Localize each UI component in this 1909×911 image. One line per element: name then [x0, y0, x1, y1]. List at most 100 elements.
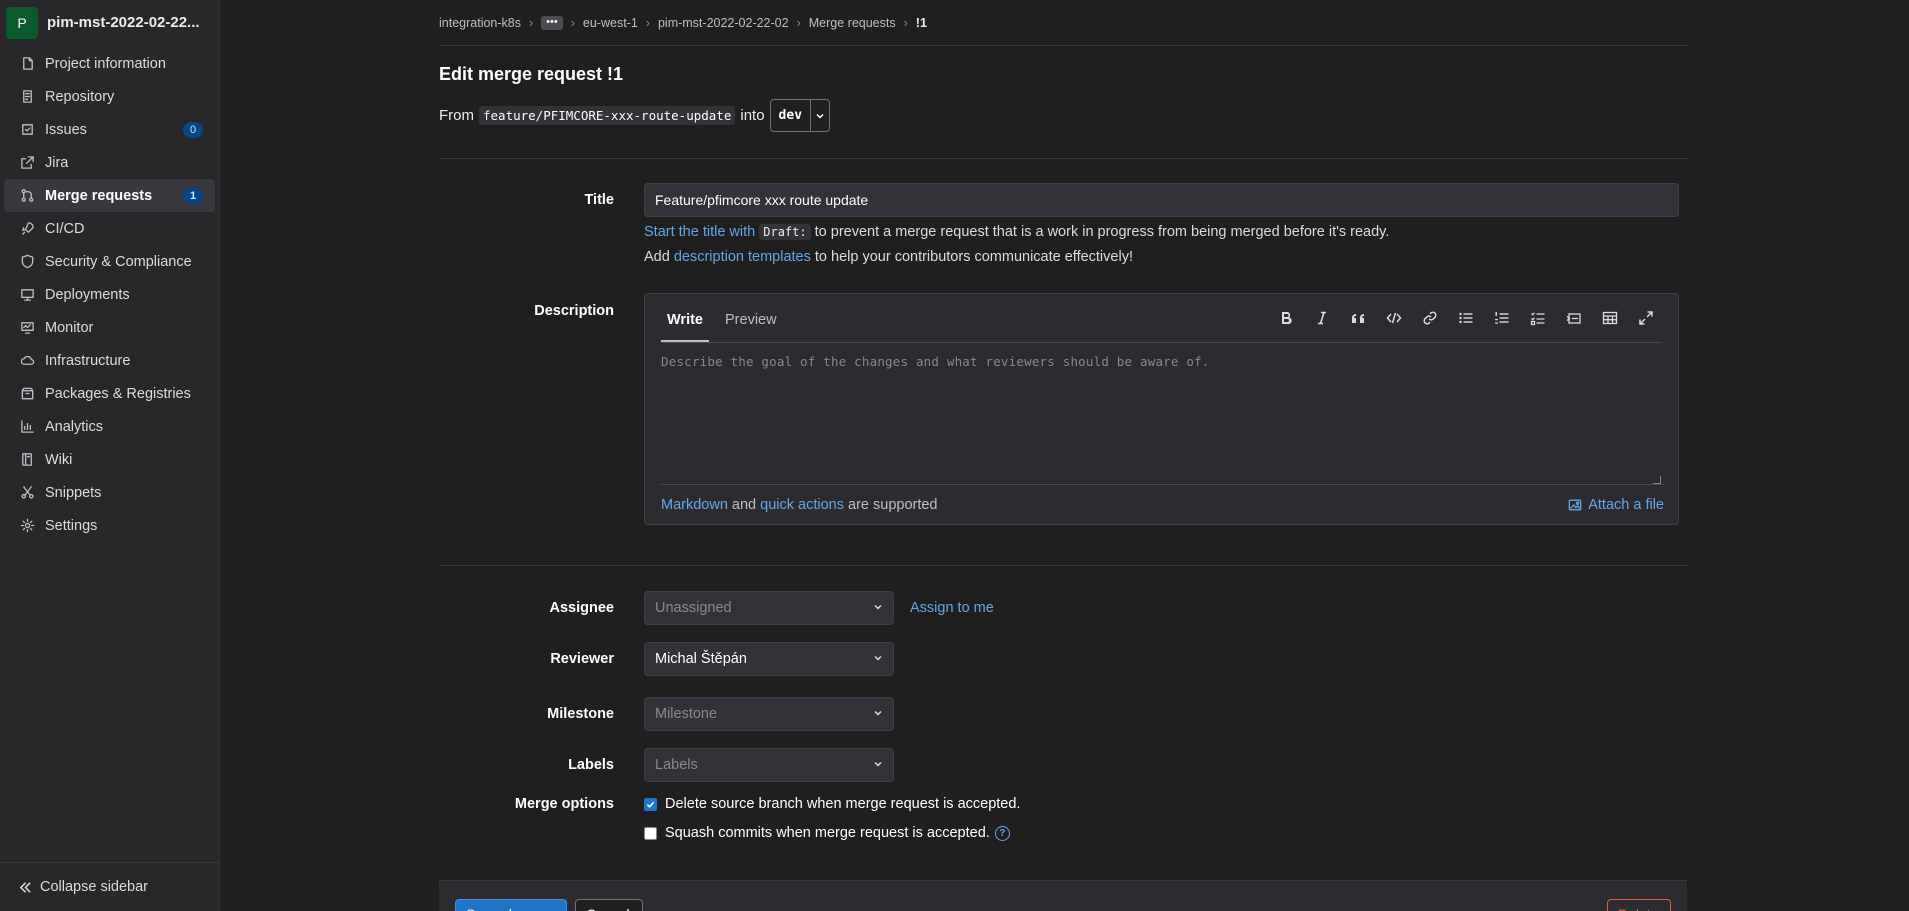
monitor-icon	[18, 319, 36, 337]
count-badge: 1	[183, 187, 203, 204]
tab-write[interactable]: Write	[661, 312, 709, 342]
labels-value: Labels	[655, 757, 698, 773]
chevron-down-icon	[873, 651, 883, 667]
cancel-button[interactable]: Cancel	[575, 899, 643, 911]
bullet-list-icon[interactable]	[1448, 306, 1484, 330]
breadcrumb: integration-k8s › ••• › eu-west-1 › pim-…	[439, 0, 1687, 46]
breadcrumb-item-project[interactable]: pim-mst-2022-02-22-02	[658, 16, 789, 30]
sidebar-item-packages-registries[interactable]: Packages & Registries	[4, 377, 215, 410]
labels-label: Labels	[568, 757, 614, 773]
breadcrumb-separator: ›	[903, 15, 908, 30]
reviewer-select[interactable]: Michal Štěpán	[644, 642, 894, 676]
assignee-label: Assignee	[549, 600, 614, 616]
sidebar-item-repository[interactable]: Repository	[4, 80, 215, 113]
resize-handle[interactable]	[1653, 476, 1661, 484]
assign-to-me-link[interactable]: Assign to me	[910, 600, 994, 616]
gear-icon	[18, 517, 36, 535]
sidebar-item-label: Jira	[45, 154, 69, 171]
assignee-select[interactable]: Unassigned	[644, 591, 894, 625]
rocket-icon	[18, 220, 36, 238]
sidebar-item-security-compliance[interactable]: Security & Compliance	[4, 245, 215, 278]
code-icon[interactable]	[1376, 306, 1412, 330]
sidebar-item-label: Settings	[45, 517, 98, 534]
delete-source-branch-checkbox[interactable]	[644, 797, 657, 811]
reviewer-field: Michal Štěpán	[644, 642, 894, 676]
collapsible-section-icon[interactable]	[1556, 306, 1592, 330]
assignee-value: Unassigned	[655, 600, 732, 616]
attach-file-button[interactable]: Attach a file	[1568, 497, 1664, 513]
sidebar-item-label: CI/CD	[45, 220, 85, 237]
sidebar-item-infrastructure[interactable]: Infrastructure	[4, 344, 215, 377]
quote-icon[interactable]	[1340, 306, 1376, 330]
markdown-link[interactable]: Markdown	[661, 497, 728, 513]
project-header[interactable]: P pim-mst-2022-02-22...	[0, 0, 219, 45]
sidebar-item-ci-cd[interactable]: CI/CD	[4, 212, 215, 245]
question-icon[interactable]: ?	[994, 825, 1010, 841]
link-icon[interactable]	[1412, 306, 1448, 330]
draft-help-text: to prevent a merge request that is a wor…	[814, 224, 1390, 240]
sidebar-item-label: Issues	[45, 121, 87, 138]
sidebar-item-wiki[interactable]: Wiki	[4, 443, 215, 476]
breadcrumb-ellipsis-button[interactable]: •••	[541, 15, 563, 30]
sidebar-item-merge-requests[interactable]: Merge requests 1	[4, 179, 215, 212]
project-avatar: P	[6, 6, 38, 39]
sidebar-item-label: Snippets	[45, 484, 102, 501]
breadcrumb-current[interactable]: !1	[916, 16, 927, 30]
page-title: Edit merge request !1	[439, 64, 624, 84]
sidebar-item-jira[interactable]: Jira	[4, 146, 215, 179]
sidebar-item-label: Merge requests	[45, 187, 153, 204]
sidebar-item-project-information[interactable]: Project information	[4, 47, 215, 80]
milestone-row: Milestone Milestone	[439, 697, 1687, 731]
sidebar-nav: Project information Repository Issues 0 Jira…	[0, 47, 219, 542]
scissors-icon	[18, 484, 36, 502]
from-label: From	[439, 107, 474, 124]
sidebar-item-analytics[interactable]: Analytics	[4, 410, 215, 443]
sidebar-item-label: Infrastructure	[45, 352, 131, 369]
project-name[interactable]: pim-mst-2022-02-22...	[47, 14, 200, 31]
draft-help-link[interactable]: Start the title with Draft:	[644, 224, 815, 240]
target-branch-dropdown[interactable]: dev	[769, 99, 831, 132]
squash-commits-option[interactable]: Squash commits when merge request is acc…	[644, 823, 1020, 843]
description-textarea[interactable]: Describe the goal of the changes and wha…	[661, 354, 1661, 484]
title-label: Title	[584, 192, 614, 208]
breadcrumb-item-merge-requests[interactable]: Merge requests	[809, 16, 896, 30]
sidebar-item-label: Wiki	[45, 451, 73, 468]
description-templates-link[interactable]: description templates	[674, 249, 811, 265]
title-input[interactable]: Feature/pfimcore xxx route update	[644, 183, 1679, 217]
merge-options-row: Merge options Delete source branch when …	[439, 794, 1687, 843]
italic-icon[interactable]	[1304, 306, 1340, 330]
bold-icon[interactable]	[1268, 306, 1304, 330]
sidebar-item-deployments[interactable]: Deployments	[4, 278, 215, 311]
sidebar-item-snippets[interactable]: Snippets	[4, 476, 215, 509]
fullscreen-icon[interactable]	[1628, 306, 1664, 330]
milestone-select[interactable]: Milestone	[644, 697, 894, 731]
sidebar-item-issues[interactable]: Issues 0	[4, 113, 215, 146]
reviewer-value: Michal Štěpán	[655, 651, 747, 667]
collapse-sidebar-button[interactable]: Collapse sidebar	[0, 862, 219, 911]
numbered-list-icon[interactable]	[1484, 306, 1520, 330]
markdown-support-text: Markdown and quick actions are supported	[661, 497, 938, 513]
external-link-icon	[18, 154, 36, 172]
collapse-sidebar-label: Collapse sidebar	[40, 879, 149, 895]
chevron-down-icon	[873, 757, 883, 773]
breadcrumb-item-subgroup[interactable]: eu-west-1	[583, 16, 638, 30]
breadcrumb-item-group[interactable]: integration-k8s	[439, 16, 521, 30]
labels-select[interactable]: Labels	[644, 748, 894, 782]
editor-footer: Markdown and quick actions are supported…	[661, 484, 1664, 524]
table-icon[interactable]	[1592, 306, 1628, 330]
sidebar-item-label: Packages & Registries	[45, 385, 191, 402]
chevron-down-icon	[873, 706, 883, 722]
chevron-down-icon	[873, 600, 883, 616]
quick-actions-link[interactable]: quick actions	[760, 497, 844, 513]
save-changes-button[interactable]: Save changes	[455, 899, 567, 911]
delete-button[interactable]: Delete	[1607, 899, 1671, 911]
sidebar-item-monitor[interactable]: Monitor	[4, 311, 215, 344]
labels-field: Labels	[644, 748, 894, 782]
merge-options-field: Delete source branch when merge request …	[644, 794, 1020, 843]
sidebar-item-settings[interactable]: Settings	[4, 509, 215, 542]
templates-post: to help your contributors communicate ef…	[814, 249, 1133, 265]
tab-preview[interactable]: Preview	[719, 312, 783, 342]
squash-commits-checkbox[interactable]	[644, 826, 657, 840]
delete-source-branch-option[interactable]: Delete source branch when merge request …	[644, 794, 1020, 814]
task-list-icon[interactable]	[1520, 306, 1556, 330]
